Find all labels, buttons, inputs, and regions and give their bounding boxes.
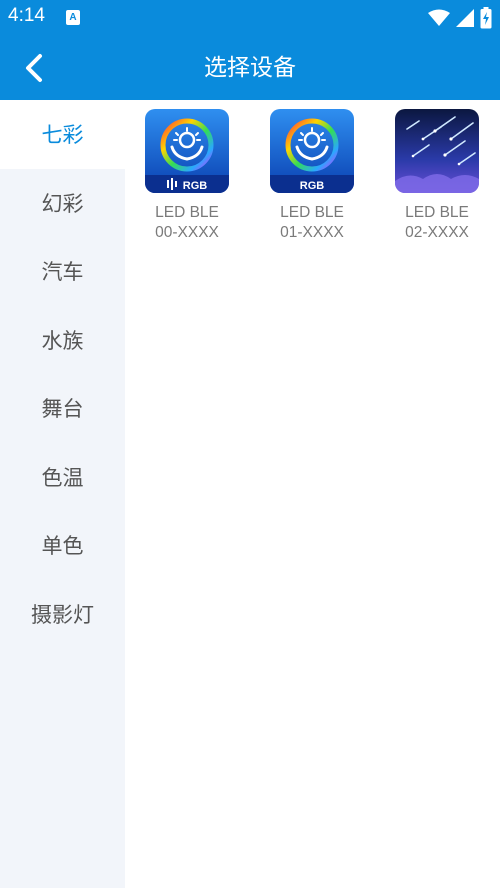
battery-charging-icon [480,7,492,29]
device-name: LED BLE 02-XXXX [387,203,487,243]
wifi-icon [428,9,450,26]
device-tile-02[interactable]: LED BLE 02-XXXX [387,109,487,243]
a-notification-icon: A [66,10,80,25]
sidebar-item-qicai[interactable]: 七彩 [0,100,125,169]
device-name-line2: 00-XXXX [155,224,219,241]
back-arrow-icon [26,54,42,82]
device-tile-00[interactable]: RGB LED BLE 00-XXXX [137,109,237,243]
sidebar-item-qiche[interactable]: 汽车 [0,237,125,306]
sidebar-item-sheyingdeng[interactable]: 摄影灯 [0,580,125,649]
app-bar: 选择设备 [0,36,500,100]
device-name-line1: LED BLE [280,204,344,221]
device-name-line2: 02-XXXX [405,224,469,241]
device-tile-01[interactable]: RGB LED BLE 01-XXXX [262,109,362,243]
page-title: 选择设备 [204,55,296,81]
status-bar: 4:14 A [0,0,500,36]
device-name-line1: LED BLE [155,204,219,221]
rgb-badge: RGB [183,180,208,192]
sidebar-item-danse[interactable]: 单色 [0,511,125,580]
rgb-sun-hands-icon: RGB [270,109,354,193]
device-name: LED BLE 01-XXXX [262,203,362,243]
device-grid: RGB LED BLE 00-XXXX RGB LED BLE 01-XXXX … [125,100,500,888]
status-time: 4:14 [8,5,45,26]
signal-icon [456,9,474,27]
sidebar-item-shuizu[interactable]: 水族 [0,306,125,375]
status-icons [428,7,492,29]
device-name: LED BLE 00-XXXX [137,203,237,243]
device-name-line1: LED BLE [405,204,469,221]
back-button[interactable] [12,46,56,90]
rgb-sun-hands-icon: RGB [145,109,229,193]
meteor-night-sky-icon [395,109,479,193]
sidebar-item-wutai[interactable]: 舞台 [0,374,125,443]
sidebar-item-sewen[interactable]: 色温 [0,443,125,512]
rgb-badge: RGB [300,180,325,192]
category-sidebar: 七彩 幻彩 汽车 水族 舞台 色温 单色 摄影灯 [0,100,125,888]
sidebar-item-huancai[interactable]: 幻彩 [0,169,125,238]
device-name-line2: 01-XXXX [280,224,344,241]
